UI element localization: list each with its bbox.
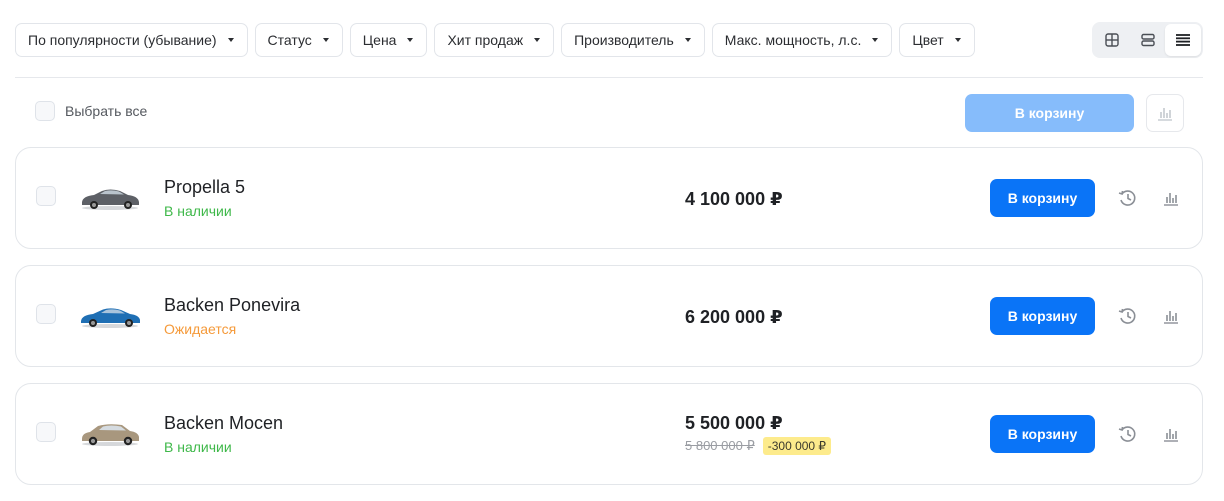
product-card: Backen Mocen В наличии 5 500 000 ₽ 5 800… [15,383,1203,485]
product-old-price-row: 5 800 000 ₽ -300 000 ₽ [685,437,832,455]
sort-dropdown[interactable]: По популярности (убывание) [15,23,248,57]
add-to-cart-button[interactable]: В корзину [990,415,1095,453]
car-image [81,308,140,328]
view-mode-switch [1092,22,1203,58]
filter-price-dropdown[interactable]: Цена [349,23,428,57]
list-icon [1176,34,1191,46]
compare-selected-button[interactable] [1146,94,1184,132]
filter-manufacturer-dropdown[interactable]: Производитель [561,23,705,57]
caret-down-icon [872,38,879,42]
product-card: Propella 5 В наличии 4 100 000 ₽ В корзи… [15,147,1203,249]
car-image [82,424,139,446]
caret-down-icon [684,38,691,42]
select-all-checkbox[interactable] [35,101,55,121]
filter-power-dropdown[interactable]: Макс. мощность, л.с. [711,23,893,57]
product-name[interactable]: Backen Ponevira [164,295,300,316]
filter-manufacturer-label: Производитель [574,32,674,48]
compare-icon [1164,193,1178,206]
select-all-label: Выбрать все [65,103,148,119]
filter-bestseller-label: Хит продаж [447,32,524,48]
filter-status-dropdown[interactable]: Статус [254,23,343,57]
filter-color-dropdown[interactable]: Цвет [899,23,975,57]
filter-color-label: Цвет [912,32,944,48]
view-rows-button[interactable] [1130,24,1166,56]
sort-dropdown-label: По популярности (убывание) [28,32,217,48]
caret-down-icon [954,38,961,42]
view-grid-button[interactable] [1094,24,1130,56]
caret-down-icon [227,38,234,42]
product-card: Backen Ponevira Ожидается 6 200 000 ₽ В … [15,265,1203,367]
compare-icon [1164,429,1178,442]
car-image [82,189,139,210]
product-checkbox[interactable] [36,304,56,324]
select-all-control[interactable]: Выбрать все [35,101,147,121]
product-price: 4 100 000 ₽ [685,189,783,209]
add-to-cart-button[interactable]: В корзину [990,179,1095,217]
product-status: В наличии [164,439,232,455]
add-selected-to-cart-button[interactable]: В корзину [965,94,1134,132]
history-icon [1118,190,1136,206]
product-price: 5 500 000 ₽ [685,413,783,433]
filter-bestseller-dropdown[interactable]: Хит продаж [434,23,555,57]
product-price: 6 200 000 ₽ [685,307,783,327]
compare-button[interactable] [1159,422,1183,446]
filter-power-label: Макс. мощность, л.с. [724,32,862,48]
filter-price-label: Цена [362,32,397,48]
discount-badge: -300 000 ₽ [762,437,832,455]
caret-down-icon [322,38,329,42]
add-to-cart-button[interactable]: В корзину [990,297,1095,335]
filter-status-label: Статус [267,32,312,48]
caret-down-icon [407,38,414,42]
filter-bar: По популярности (убывание) Статус Цена Х… [15,23,975,57]
rows-icon [1140,33,1155,47]
product-name[interactable]: Backen Mocen [164,413,283,434]
grid-icon [1105,33,1119,47]
compare-button[interactable] [1159,304,1183,328]
history-icon [1118,426,1136,442]
product-status: Ожидается [164,321,237,337]
product-name[interactable]: Propella 5 [164,177,245,198]
product-old-price: 5 800 000 ₽ [685,438,755,453]
history-icon [1118,308,1136,324]
compare-icon [1158,108,1172,121]
toolbar-divider [15,77,1203,78]
product-checkbox[interactable] [36,422,56,442]
history-button[interactable] [1115,304,1139,328]
product-status: В наличии [164,203,232,219]
compare-icon [1164,311,1178,324]
product-checkbox[interactable] [36,186,56,206]
caret-down-icon [534,38,541,42]
compare-button[interactable] [1159,186,1183,210]
history-button[interactable] [1115,186,1139,210]
view-list-button[interactable] [1165,24,1202,56]
history-button[interactable] [1115,422,1139,446]
